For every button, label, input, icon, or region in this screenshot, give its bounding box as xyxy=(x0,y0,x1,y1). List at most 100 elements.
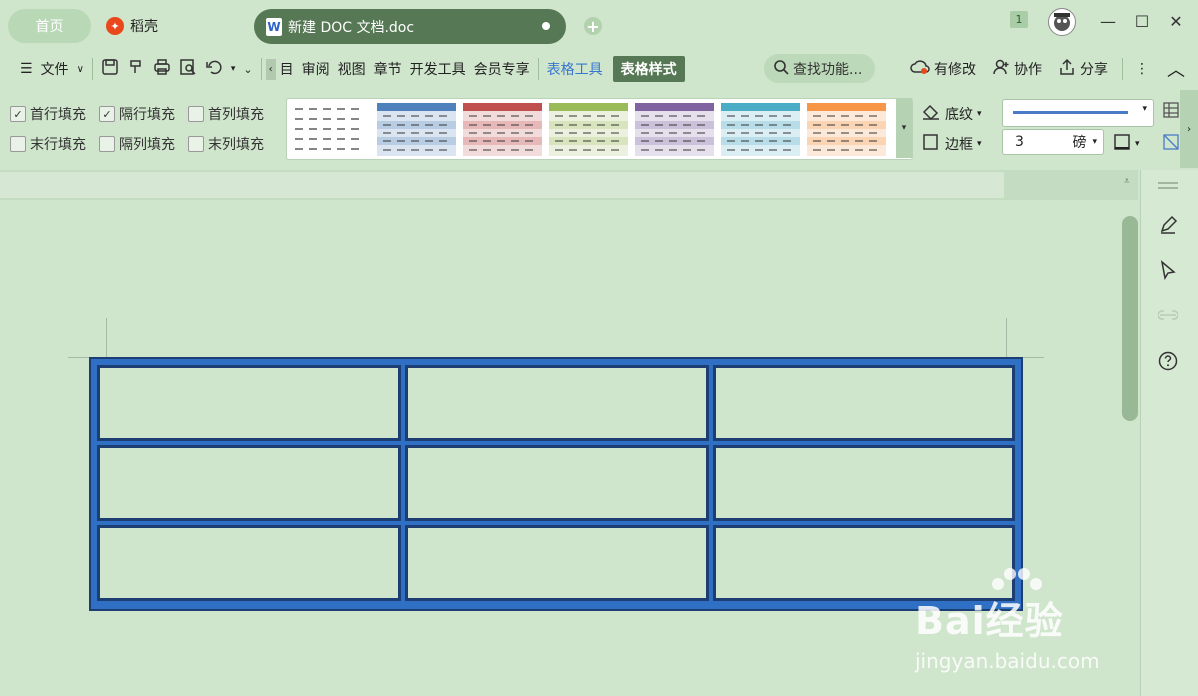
maximize-icon[interactable]: ☐ xyxy=(1130,10,1154,32)
save-icon[interactable] xyxy=(97,58,123,80)
panel-handle xyxy=(1158,187,1178,189)
cloud-sync-icon xyxy=(906,58,934,80)
feature-search-input[interactable]: 查找功能... xyxy=(764,54,875,83)
more-quick-actions-icon[interactable]: ⌄ xyxy=(239,63,256,76)
toolbar-divider xyxy=(1122,58,1123,80)
print-preview-icon[interactable] xyxy=(175,58,201,80)
share-icon xyxy=(1054,58,1080,80)
checkbox-banded-columns[interactable]: 隔列填充 xyxy=(99,134,175,154)
share-button[interactable]: 分享 xyxy=(1080,59,1112,79)
file-menu[interactable]: 文件 xyxy=(37,59,73,79)
baidu-jingyan-watermark: Bai经验 jingyan.baidu.com xyxy=(915,568,1135,673)
hamburger-menu-icon[interactable]: ☰ xyxy=(16,61,37,77)
menu-tab-0[interactable]: 目 xyxy=(276,59,298,79)
table-style-swatch-plain[interactable] xyxy=(291,103,370,156)
checkbox-banded-rows-label: 隔行填充 xyxy=(119,107,175,123)
vertical-scrollbar-thumb[interactable] xyxy=(1122,216,1138,421)
table-cell[interactable] xyxy=(97,365,401,441)
menu-tab-chapter[interactable]: 章节 xyxy=(370,59,406,79)
scroll-tabs-left-icon[interactable]: ‹ xyxy=(265,58,276,80)
tab-home[interactable]: 首页 xyxy=(8,9,91,43)
menu-tab-table-style[interactable]: 表格样式 xyxy=(612,56,685,82)
line-width-value: 3 xyxy=(1015,134,1024,150)
shading-button[interactable]: 底纹 ▾ xyxy=(921,103,982,125)
checkbox-total-row-box[interactable] xyxy=(10,136,26,152)
paint-bucket-icon xyxy=(921,103,941,125)
table-style-swatch-purple[interactable] xyxy=(635,103,714,156)
table-style-swatch-cyan[interactable] xyxy=(721,103,800,156)
format-painter-icon[interactable] xyxy=(123,58,149,80)
chevron-down-icon: ▾ xyxy=(1135,139,1140,149)
checkbox-last-column-box[interactable] xyxy=(188,136,204,152)
table-cell[interactable] xyxy=(713,365,1015,441)
table-style-swatch-green[interactable] xyxy=(549,103,628,156)
print-icon[interactable] xyxy=(149,58,175,80)
border-label: 边框 xyxy=(945,137,973,153)
toolbar-divider xyxy=(537,58,539,80)
minimize-icon[interactable]: — xyxy=(1096,10,1120,32)
ribbon-scroll-right-icon[interactable]: › xyxy=(1180,90,1198,168)
chevron-down-icon[interactable]: ∨ xyxy=(73,64,88,75)
styled-table[interactable] xyxy=(89,357,1023,611)
tab-daoke-label: 稻壳 xyxy=(130,19,158,35)
table-cell[interactable] xyxy=(405,445,709,521)
pen-edit-icon[interactable] xyxy=(1156,213,1180,237)
border-color-button[interactable]: ▾ xyxy=(1113,133,1140,155)
more-options-icon[interactable]: ⋮ xyxy=(1131,61,1153,77)
checkbox-last-column-label: 末列填充 xyxy=(208,137,264,153)
checkbox-total-row[interactable]: 末行填充 xyxy=(10,134,86,154)
help-icon[interactable] xyxy=(1156,349,1180,373)
menu-tab-view[interactable]: 视图 xyxy=(334,59,370,79)
table-style-swatch-red[interactable] xyxy=(463,103,542,156)
tab-document-label: 新建 DOC 文档.doc xyxy=(288,19,415,36)
chevron-down-icon: ▾ xyxy=(1092,137,1097,147)
menu-tab-table-tools[interactable]: 表格工具 xyxy=(543,59,607,79)
panel-handle xyxy=(1158,182,1178,184)
user-avatar[interactable] xyxy=(1048,8,1076,36)
draw-border-icon[interactable] xyxy=(1162,133,1180,155)
checkbox-first-column-box[interactable] xyxy=(188,106,204,122)
search-placeholder: 查找功能... xyxy=(793,61,863,78)
line-style-select[interactable]: ▾ xyxy=(1002,99,1154,127)
menu-tab-member[interactable]: 会员专享 xyxy=(470,59,534,79)
paw-logo-icon xyxy=(992,568,1042,590)
checkbox-header-row[interactable]: ✓ 首行填充 xyxy=(10,104,86,124)
menu-tab-review[interactable]: 审阅 xyxy=(298,59,334,79)
checkbox-banded-rows-box[interactable]: ✓ xyxy=(99,106,115,122)
table-cell[interactable] xyxy=(713,445,1015,521)
checkbox-first-column[interactable]: 首列填充 xyxy=(188,104,264,124)
table-cell[interactable] xyxy=(97,525,401,601)
table-cell[interactable] xyxy=(405,365,709,441)
undo-icon[interactable] xyxy=(201,58,227,80)
table-style-swatch-orange[interactable] xyxy=(807,103,886,156)
line-width-select[interactable]: 3 磅 ▾ xyxy=(1002,129,1104,155)
collapse-ribbon-icon[interactable]: ︿ xyxy=(1163,56,1189,82)
tab-daoke[interactable]: ✦ 稻壳 xyxy=(106,12,158,40)
tab-document[interactable]: W 新建 DOC 文档.doc xyxy=(254,9,566,44)
collaborate-button[interactable]: 协作 xyxy=(1014,59,1046,79)
line-width-unit: 磅 xyxy=(1072,135,1087,151)
checkbox-header-row-box[interactable]: ✓ xyxy=(10,106,26,122)
cursor-select-icon[interactable] xyxy=(1156,258,1180,282)
border-button[interactable]: 边框 ▾ xyxy=(921,133,982,155)
checkbox-banded-columns-label: 隔列填充 xyxy=(119,137,175,153)
window-count-badge[interactable]: 1 xyxy=(1010,11,1028,28)
checkbox-banded-columns-box[interactable] xyxy=(99,136,115,152)
table-cell[interactable] xyxy=(405,525,709,601)
table-style-swatch-blue[interactable] xyxy=(377,103,456,156)
table-grid-icon[interactable] xyxy=(1162,101,1180,123)
gallery-expand-icon[interactable]: ▾ xyxy=(896,98,912,158)
new-tab-plus-icon[interactable]: + xyxy=(584,17,602,36)
search-icon xyxy=(773,59,789,79)
tab-home-label: 首页 xyxy=(35,19,64,35)
checkbox-banded-rows[interactable]: ✓ 隔行填充 xyxy=(99,104,175,124)
has-changes-status[interactable]: 有修改 xyxy=(934,59,980,79)
undo-dropdown-icon[interactable]: ▾ xyxy=(227,64,240,74)
close-icon[interactable]: ✕ xyxy=(1164,10,1188,32)
ruler-toggle-icon[interactable]: ⩡ xyxy=(1124,176,1130,187)
toolbar-right: 有修改 协作 分享 ⋮ ︿ xyxy=(906,54,1189,84)
table-cell[interactable] xyxy=(97,445,401,521)
chevron-down-icon: ▾ xyxy=(977,139,982,149)
checkbox-last-column[interactable]: 末列填充 xyxy=(188,134,264,154)
menu-tab-developer[interactable]: 开发工具 xyxy=(406,59,470,79)
